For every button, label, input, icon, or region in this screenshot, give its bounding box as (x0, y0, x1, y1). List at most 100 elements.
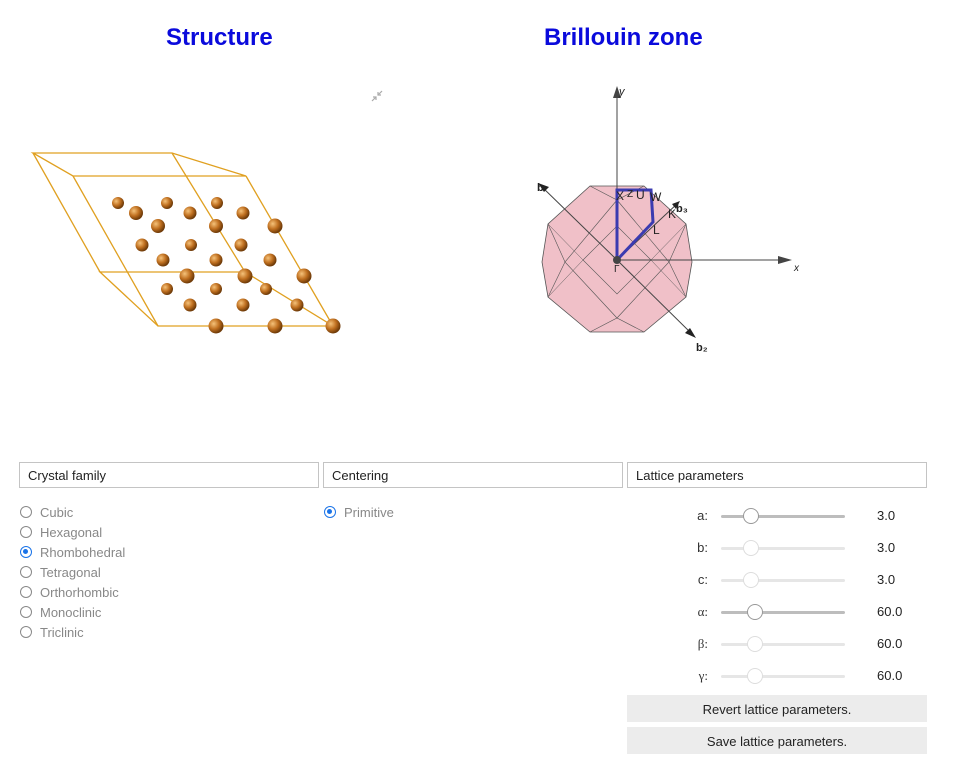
lattice-param-row: a: 3.0 (627, 506, 927, 526)
atom (234, 238, 248, 252)
point-label-L: L (653, 223, 660, 237)
unit-cell-edges (30, 152, 336, 327)
lattice-param-value: 60.0 (877, 636, 903, 651)
lattice-param-row: b: 3.0 (627, 538, 927, 558)
lattice-param-slider-track[interactable] (721, 515, 845, 518)
lattice-param-slider-handle[interactable] (747, 604, 763, 620)
lattice-param-label: α: (697, 604, 708, 619)
atom (112, 197, 124, 209)
crystal-family-option-label: Tetragonal (40, 564, 101, 580)
lattice-param-label: c: (697, 572, 708, 587)
atom (210, 283, 222, 295)
crystal-family-option-label: Rhombohedral (40, 544, 126, 560)
atom (267, 218, 283, 234)
centering-option-label: Primitive (344, 504, 394, 520)
lattice-param-label: a: (697, 508, 708, 523)
lattice-param-row: c: 3.0 (627, 570, 927, 590)
atom (237, 268, 253, 284)
lattice-param-slider-handle (743, 572, 759, 588)
crystal-family-option-label: Monoclinic (40, 604, 102, 620)
crystal-family-option-label: Orthorhombic (40, 584, 119, 600)
axis-label-b1: b (537, 182, 544, 194)
axis-label-y: y (618, 86, 626, 98)
lattice-param-label: β: (697, 636, 708, 651)
crystal-family-option-label: Hexagonal (40, 524, 103, 540)
crystal-family-option-triclinic[interactable]: Triclinic (20, 623, 84, 641)
brillouin-zone-title: Brillouin zone (544, 24, 703, 51)
crystal-family-option-cubic[interactable]: Cubic (20, 503, 73, 521)
point-label-X: X (616, 189, 624, 203)
radio-button[interactable] (20, 546, 32, 558)
atom (209, 219, 223, 233)
axis-label-b3: b₃ (676, 203, 688, 215)
lattice-parameters-header: Lattice parameters (627, 462, 927, 488)
atom (135, 238, 149, 252)
lattice-param-row: α: 60.0 (627, 602, 927, 622)
lattice-param-slider-track[interactable] (721, 611, 845, 614)
atom (296, 268, 312, 284)
atom (263, 253, 277, 267)
crystal-family-header: Crystal family (19, 462, 319, 488)
point-label-W: W (650, 190, 662, 204)
lattice-param-value: 3.0 (877, 540, 896, 555)
axis-label-x: x (793, 263, 800, 274)
lattice-param-slider-track (721, 675, 845, 678)
lattice-param-slider-handle (747, 668, 763, 684)
crystal-family-option-label: Triclinic (40, 624, 84, 640)
atoms (112, 197, 341, 334)
atom (129, 206, 143, 220)
radio-button[interactable] (20, 506, 32, 518)
lattice-param-slider-handle (743, 540, 759, 556)
radio-button[interactable] (20, 566, 32, 578)
radio-button[interactable] (20, 586, 32, 598)
point-label-Z: Z (627, 189, 633, 200)
atom (208, 318, 224, 334)
lattice-param-value: 3.0 (877, 508, 896, 523)
point-label-U: U (636, 188, 645, 202)
radio-button[interactable] (20, 606, 32, 618)
crystal-family-option-rhombohedral[interactable]: Rhombohedral (20, 543, 125, 561)
centering-option-primitive[interactable]: Primitive (324, 503, 394, 521)
gamma-point (613, 256, 621, 264)
lattice-param-row: γ: 60.0 (627, 666, 927, 686)
revert-lattice-button[interactable]: Revert lattice parameters. (627, 695, 927, 722)
structure-title: Structure (166, 24, 273, 51)
lattice-param-row: β: 60.0 (627, 634, 927, 654)
atom (290, 298, 304, 312)
atom (325, 318, 341, 334)
atom (267, 318, 283, 334)
atom (161, 283, 173, 295)
point-label-gamma: Γ (614, 264, 620, 275)
lattice-param-slider-handle[interactable] (743, 508, 759, 524)
lattice-param-label: γ: (698, 668, 708, 683)
crystal-family-option-orthorhombic[interactable]: Orthorhombic (20, 583, 119, 601)
structure-viewer[interactable] (20, 140, 360, 350)
point-label-K: K (668, 207, 676, 221)
crystal-family-option-tetragonal[interactable]: Tetragonal (20, 563, 101, 581)
atom (161, 197, 173, 209)
crystal-family-option-monoclinic[interactable]: Monoclinic (20, 603, 101, 621)
atom (156, 253, 170, 267)
atom (151, 219, 165, 233)
centering-header: Centering (323, 462, 623, 488)
lattice-param-label: b: (697, 540, 708, 555)
atom (179, 268, 195, 284)
atom (211, 197, 223, 209)
atom (236, 206, 250, 220)
atom (183, 298, 197, 312)
lattice-param-slider-handle (747, 636, 763, 652)
radio-button[interactable] (20, 526, 32, 538)
lattice-param-slider-track (721, 547, 845, 550)
lattice-param-slider-track (721, 579, 845, 582)
radio-button[interactable] (20, 626, 32, 638)
atom (236, 298, 250, 312)
lattice-param-value: 60.0 (877, 604, 903, 619)
radio-button[interactable] (324, 506, 336, 518)
reset-view-icon[interactable] (370, 89, 384, 103)
lattice-param-value: 60.0 (877, 668, 903, 683)
lattice-param-slider-track (721, 643, 845, 646)
save-lattice-button[interactable]: Save lattice parameters. (627, 727, 927, 754)
atom (209, 253, 223, 267)
crystal-family-option-hexagonal[interactable]: Hexagonal (20, 523, 102, 541)
brillouin-zone-viewer[interactable]: y x b b₂ b₃ X Z U W K L Γ (530, 80, 810, 360)
